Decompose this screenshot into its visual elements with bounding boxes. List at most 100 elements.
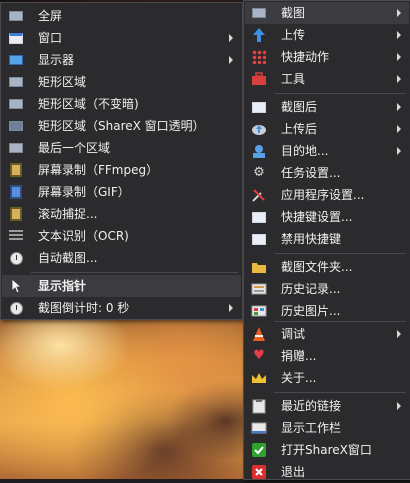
menu-item-rectangle-transparent[interactable]: 矩形区域（ShareX 窗口透明） <box>2 115 241 137</box>
menu-item-monitor[interactable]: 显示器 <box>2 49 241 71</box>
menu-item-label: 调试 <box>281 327 306 341</box>
menu-item-recent-links[interactable]: 最近的链接 <box>245 395 409 417</box>
menu-item-label: 屏幕录制（GIF） <box>38 185 130 199</box>
menu-separator <box>274 253 406 254</box>
menu-item-history[interactable]: 历史记录... <box>245 278 409 300</box>
menu-item-donate[interactable]: ♥ 捐赠... <box>245 345 409 367</box>
menu-item-show-cursor[interactable]: 显示指针 <box>2 275 241 297</box>
menu-item-label: 截图后 <box>281 100 318 114</box>
menu-item-label: 应用程序设置... <box>281 188 365 202</box>
rectangle-region-icon <box>8 74 24 90</box>
menu-item-label: 矩形区域 <box>38 75 87 89</box>
quick-actions-icon <box>251 49 267 65</box>
taskbar-icon <box>251 420 267 436</box>
submenu-arrow-icon <box>229 34 233 42</box>
menu-item-hotkey-settings[interactable]: 快捷键设置... <box>245 206 409 228</box>
menu-separator <box>274 321 406 322</box>
tray-context-menu: 截图 上传 快捷动作 工具 截图后 上传后 目的地... ⚙ 任务设置... 应… <box>243 0 410 480</box>
menu-item-ocr[interactable]: 文本识别（OCR) <box>2 225 241 247</box>
menu-item-label: 文本识别（OCR) <box>38 229 129 243</box>
menu-item-capture[interactable]: 截图 <box>245 2 409 24</box>
debug-icon <box>251 326 267 342</box>
menu-item-label: 窗口 <box>38 31 63 45</box>
menu-item-rectangle-region[interactable]: 矩形区域 <box>2 71 241 93</box>
submenu-arrow-icon <box>397 75 401 83</box>
menu-item-upload[interactable]: 上传 <box>245 24 409 46</box>
menu-item-window[interactable]: 窗口 <box>2 27 241 49</box>
menu-item-application-settings[interactable]: 应用程序设置... <box>245 184 409 206</box>
menu-item-label: 全屏 <box>38 9 63 23</box>
clipboard-icon <box>251 398 267 414</box>
menu-item-label: 矩形区域（不变暗) <box>38 97 139 111</box>
menu-item-label: 显示器 <box>38 53 75 67</box>
checkmark-icon <box>251 442 267 458</box>
submenu-arrow-icon <box>397 402 401 410</box>
upload-arrow-icon <box>251 27 267 43</box>
screen-record-ffmpeg-icon <box>8 162 24 178</box>
menu-item-label: 截图 <box>281 6 306 20</box>
menu-item-label: 快捷动作 <box>281 50 330 64</box>
menu-item-quick-actions[interactable]: 快捷动作 <box>245 46 409 68</box>
menu-item-rectangle-light[interactable]: 矩形区域（不变暗) <box>2 93 241 115</box>
submenu-arrow-icon <box>397 53 401 61</box>
after-upload-icon <box>251 121 267 137</box>
menu-item-label: 快捷键设置... <box>281 210 353 224</box>
scrolling-capture-icon <box>8 206 24 222</box>
menu-item-destinations[interactable]: 目的地... <box>245 140 409 162</box>
image-history-icon <box>251 303 267 319</box>
menu-item-about[interactable]: 关于... <box>245 367 409 389</box>
menu-item-image-history[interactable]: 历史图片... <box>245 300 409 322</box>
capture-icon <box>251 5 267 21</box>
menu-item-screenshots-folder[interactable]: 截图文件夹... <box>245 256 409 278</box>
menu-item-label: 关于... <box>281 371 317 385</box>
cursor-icon <box>8 278 24 294</box>
submenu-arrow-icon <box>397 147 401 155</box>
toolbox-icon <box>251 71 267 87</box>
menu-separator <box>274 392 406 393</box>
folder-icon <box>251 259 267 275</box>
menu-item-capture-delay[interactable]: 截图倒计时: 0 秒 <box>2 297 241 319</box>
menu-item-label: 截图倒计时: 0 秒 <box>38 301 130 315</box>
menu-item-screen-record-ffmpeg[interactable]: 屏幕录制（FFmpeg） <box>2 159 241 181</box>
menu-item-label: 屏幕录制（FFmpeg） <box>38 163 159 177</box>
disable-hotkey-icon <box>251 231 267 247</box>
menu-item-scrolling-capture[interactable]: 滚动捕捉... <box>2 203 241 225</box>
menu-item-label: 上传后 <box>281 122 318 136</box>
menu-item-auto-capture[interactable]: 自动截图... <box>2 247 241 269</box>
close-icon <box>251 464 267 480</box>
menu-item-open-sharex[interactable]: 打开ShareX窗口 <box>245 439 409 461</box>
menu-item-after-capture[interactable]: 截图后 <box>245 96 409 118</box>
wrench-icon <box>251 187 267 203</box>
menu-item-label: 截图文件夹... <box>281 260 353 274</box>
menu-item-exit[interactable]: 退出 <box>245 461 409 483</box>
menu-item-label: 目的地... <box>281 144 329 158</box>
menu-item-fullscreen[interactable]: 全屏 <box>2 5 241 27</box>
menu-item-show-taskbar[interactable]: 显示工作栏 <box>245 417 409 439</box>
menu-item-label: 矩形区域（ShareX 窗口透明） <box>38 119 205 133</box>
menu-item-last-region[interactable]: 最后一个区域 <box>2 137 241 159</box>
menu-item-tools[interactable]: 工具 <box>245 68 409 90</box>
menu-separator <box>31 272 238 273</box>
menu-item-debug[interactable]: 调试 <box>245 323 409 345</box>
menu-item-label: 最近的链接 <box>281 399 342 413</box>
hotkey-icon <box>251 209 267 225</box>
menu-item-label: 最后一个区域 <box>38 141 111 155</box>
menu-item-label: 打开ShareX窗口 <box>281 443 372 457</box>
submenu-arrow-icon <box>397 103 401 111</box>
menu-item-label: 历史图片... <box>281 304 341 318</box>
submenu-arrow-icon <box>397 9 401 17</box>
menu-item-screen-record-gif[interactable]: 屏幕录制（GIF） <box>2 181 241 203</box>
menu-item-label: 历史记录... <box>281 282 341 296</box>
screen-record-gif-icon <box>8 184 24 200</box>
window-icon <box>8 30 24 46</box>
destinations-icon <box>251 143 267 159</box>
menu-separator <box>274 93 406 94</box>
menu-item-disable-hotkeys[interactable]: 禁用快捷键 <box>245 228 409 250</box>
menu-item-label: 退出 <box>281 465 306 479</box>
menu-item-label: 捐赠... <box>281 349 317 363</box>
submenu-arrow-icon <box>397 31 401 39</box>
menu-item-label: 显示工作栏 <box>281 421 342 435</box>
menu-item-after-upload[interactable]: 上传后 <box>245 118 409 140</box>
menu-item-task-settings[interactable]: ⚙ 任务设置... <box>245 162 409 184</box>
crown-icon <box>251 370 267 386</box>
